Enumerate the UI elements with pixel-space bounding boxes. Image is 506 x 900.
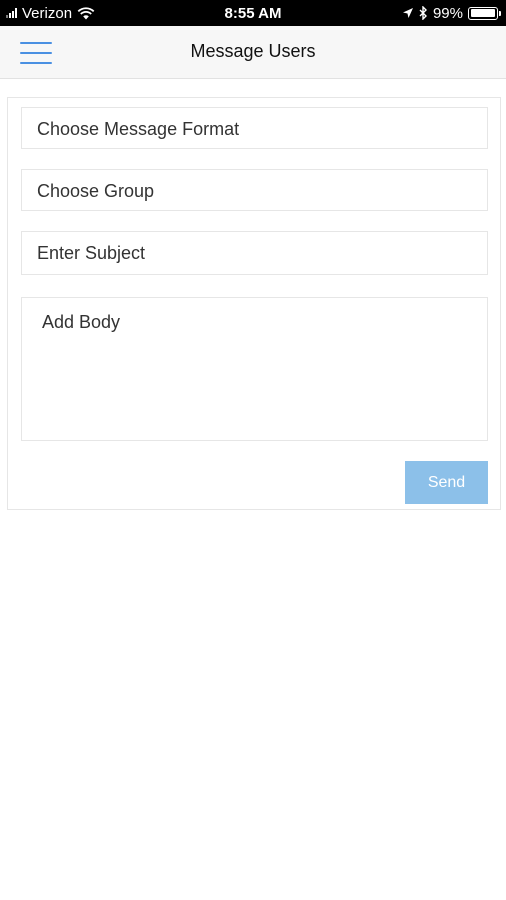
- subject-input[interactable]: [21, 231, 488, 275]
- wifi-icon: [77, 6, 95, 19]
- app-header: Message Users: [0, 26, 506, 79]
- carrier-label: Verizon: [22, 4, 73, 22]
- message-format-select[interactable]: Choose Message Format: [21, 107, 488, 149]
- battery-fill: [470, 9, 496, 17]
- signal-icon: [6, 8, 17, 18]
- body-textarea[interactable]: [21, 297, 488, 441]
- status-bar-right: 99%: [402, 4, 501, 22]
- bluetooth-icon: [419, 6, 427, 20]
- page-title: Message Users: [190, 41, 316, 61]
- send-button[interactable]: Send: [405, 461, 488, 504]
- battery-icon: [468, 6, 501, 20]
- message-form: Choose Message Format Choose Group Send: [7, 97, 501, 510]
- status-bar-left: Verizon: [6, 5, 95, 22]
- location-arrow-icon: [402, 8, 413, 18]
- group-select[interactable]: Choose Group: [21, 169, 488, 211]
- battery-percent: 99%: [432, 4, 463, 22]
- status-bar: Verizon 8:55 AM 99%: [0, 0, 506, 26]
